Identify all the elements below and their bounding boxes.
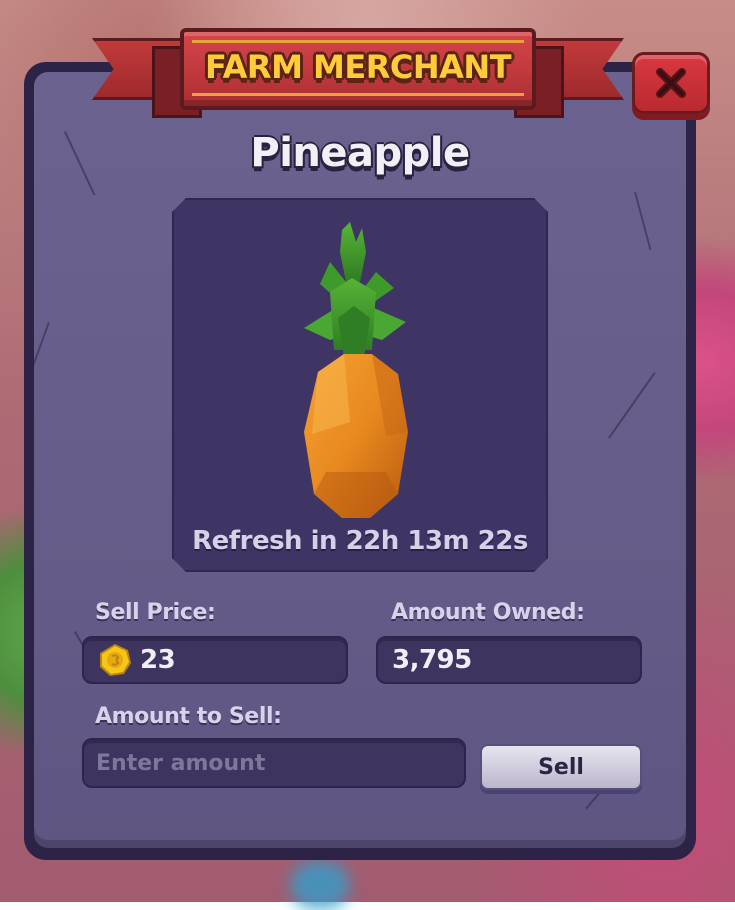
amount-owned-value: 3,795 <box>392 645 472 675</box>
amount-owned-field: 3,795 <box>376 636 642 684</box>
sell-price-label: Sell Price: <box>95 600 216 625</box>
refresh-timer: Refresh in 22h 13m 22s <box>192 526 528 556</box>
sell-price-value: 23 <box>140 645 176 675</box>
panel-title: FARM MERCHANT <box>204 48 512 86</box>
item-showcase: Refresh in 22h 13m 22s <box>172 198 548 572</box>
close-x-icon <box>656 68 686 98</box>
sell-price-field: 23 <box>82 636 348 684</box>
amount-to-sell-label: Amount to Sell: <box>95 704 282 729</box>
sell-button[interactable]: Sell <box>480 744 642 790</box>
stone-crack <box>608 372 656 439</box>
title-banner: FARM MERCHANT <box>92 26 624 122</box>
item-name: Pineapple <box>250 130 470 176</box>
amount-owned-label: Amount Owned: <box>391 600 585 625</box>
amount-to-sell-input[interactable] <box>82 738 466 788</box>
stone-crack <box>634 191 652 250</box>
background-decoration <box>290 860 350 910</box>
close-button[interactable] <box>632 52 710 114</box>
gold-coin-icon <box>100 644 131 676</box>
pineapple-icon <box>290 222 420 522</box>
stone-crack <box>34 322 50 408</box>
